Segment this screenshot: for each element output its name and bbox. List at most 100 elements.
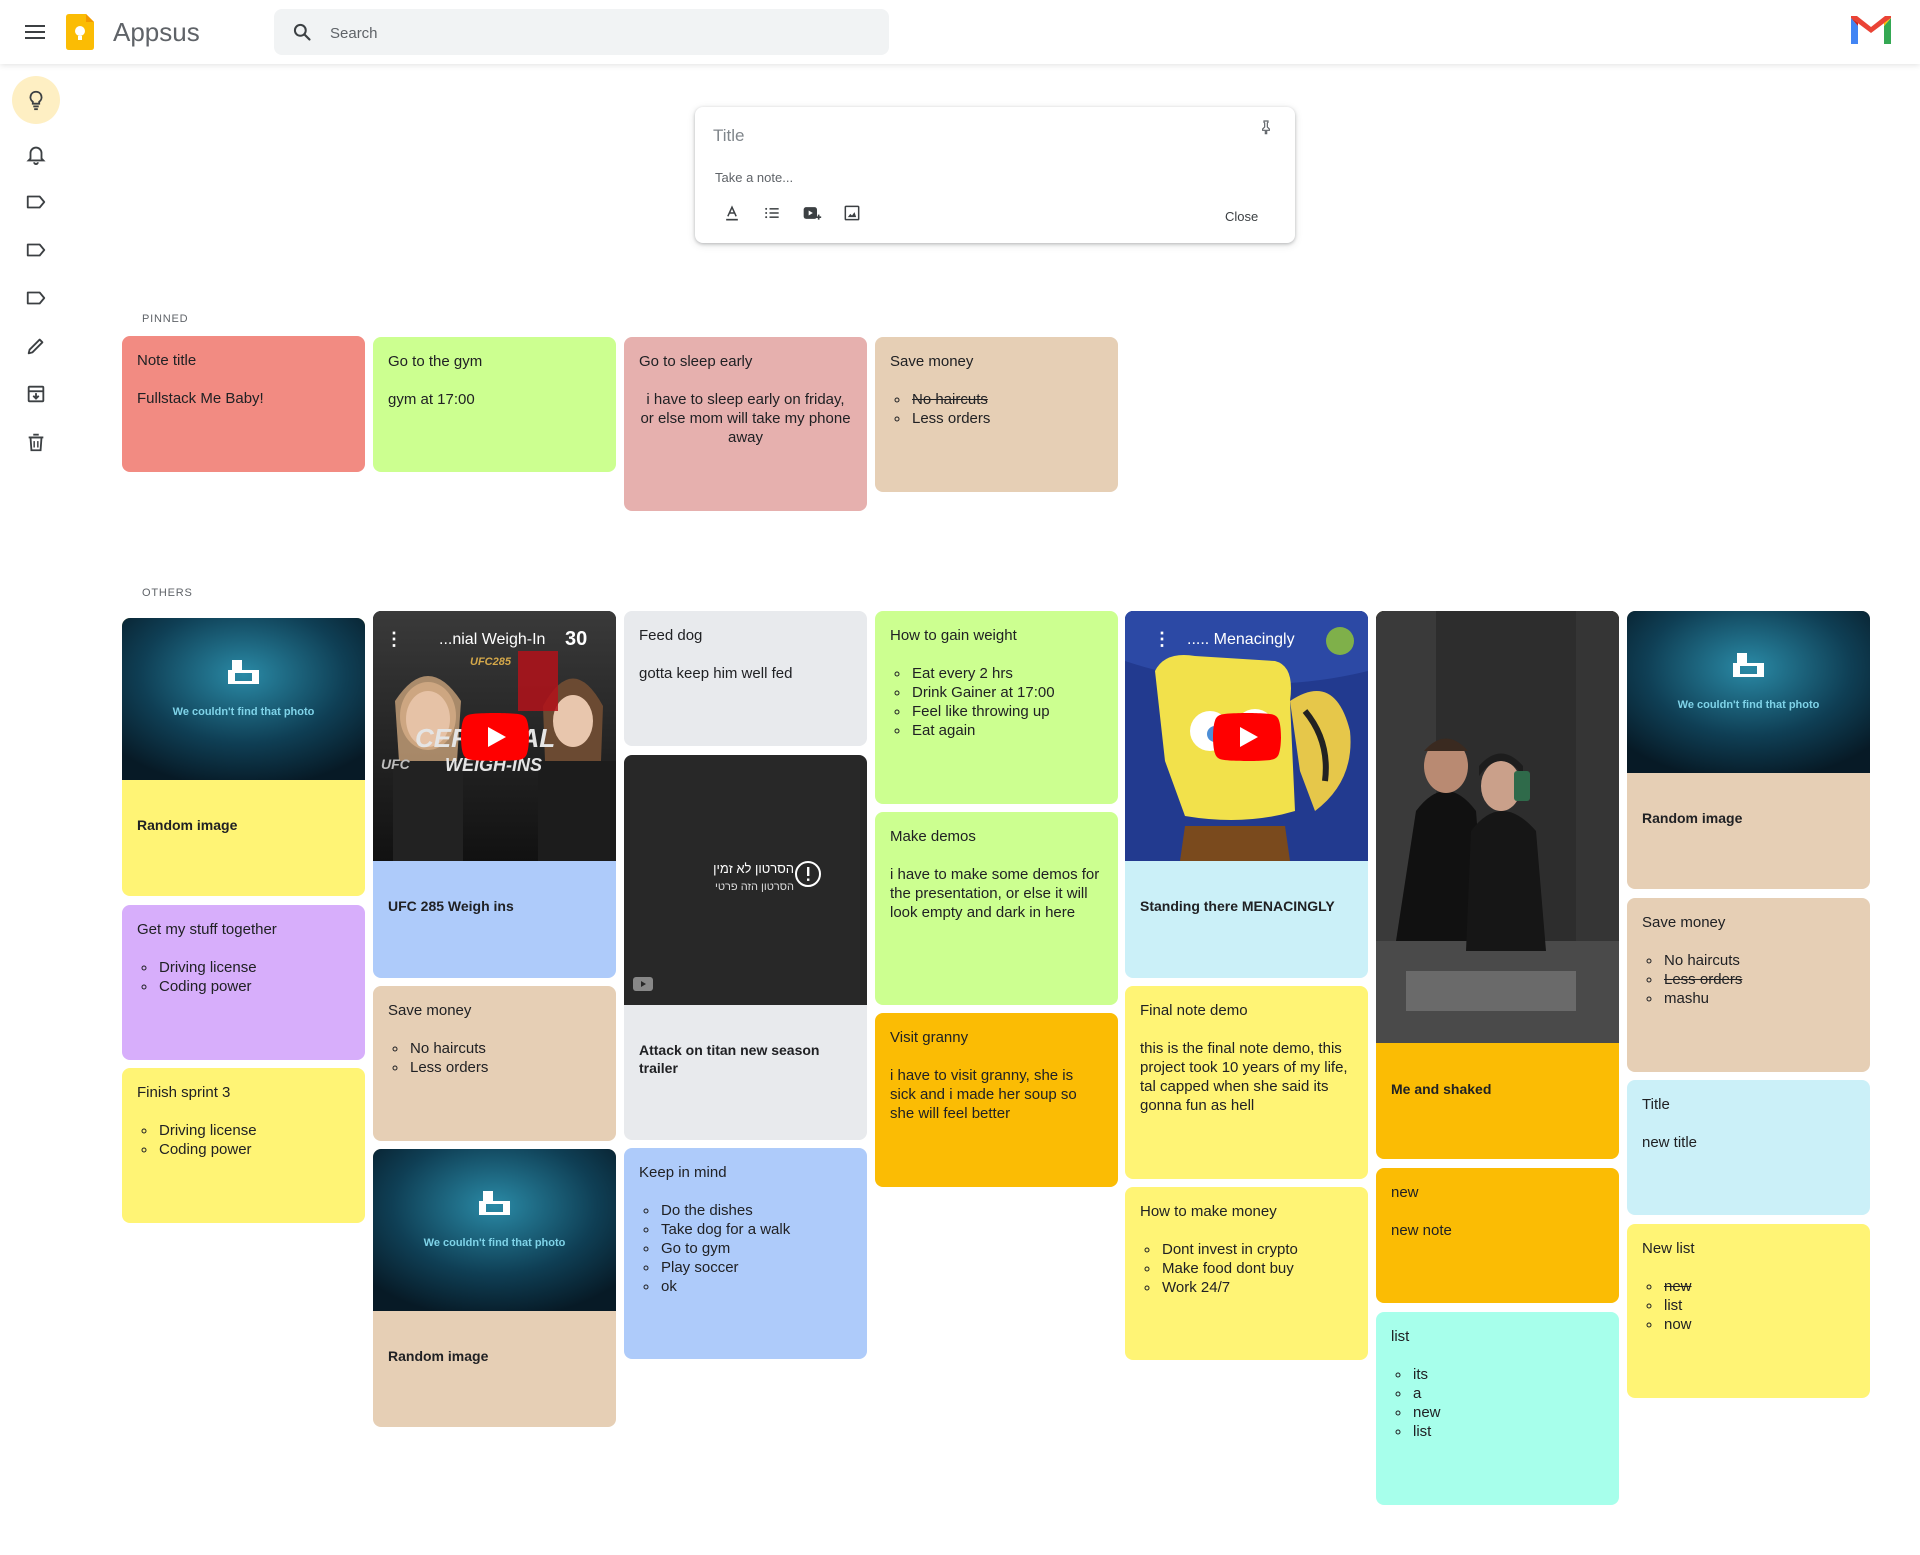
- todo-item[interactable]: Eat again: [910, 721, 1055, 740]
- label-icon: [26, 195, 46, 209]
- todo-item[interactable]: Driving license: [157, 1121, 257, 1140]
- todo-item[interactable]: Driving license: [157, 958, 257, 977]
- note-card[interactable]: We couldn't find that photo Random image: [122, 618, 365, 896]
- video-icon[interactable]: [801, 203, 823, 223]
- note-card[interactable]: Go to sleep early i have to sleep early …: [624, 337, 867, 511]
- todo-item[interactable]: Less orders: [910, 409, 990, 428]
- note-card[interactable]: Note title Fullstack Me Baby!: [122, 336, 365, 472]
- close-button[interactable]: Close: [1217, 205, 1266, 228]
- note-card[interactable]: Visit granny i have to visit granny, she…: [875, 1013, 1118, 1187]
- sidebar-item-reminders[interactable]: [12, 130, 60, 178]
- todo-item[interactable]: a: [1411, 1384, 1441, 1403]
- todo-item[interactable]: Work 24/7: [1160, 1278, 1298, 1297]
- note-card[interactable]: הסרטון לא זמין הסרטון הזה פרטי Attack on…: [624, 755, 867, 1140]
- alert-circle-icon: [795, 861, 821, 887]
- todo-item[interactable]: Play soccer: [659, 1258, 790, 1277]
- note-card[interactable]: Final note demo this is the final note d…: [1125, 986, 1368, 1179]
- note-card[interactable]: How to make money Dont invest in crypto …: [1125, 1187, 1368, 1360]
- todo-item[interactable]: Drink Gainer at 17:00: [910, 683, 1055, 702]
- todo-item[interactable]: Less orders: [408, 1058, 488, 1077]
- todo-list: No haircuts Less orders: [890, 390, 990, 428]
- todo-item[interactable]: Less orders: [1662, 970, 1742, 989]
- todo-item[interactable]: Dont invest in crypto: [1160, 1240, 1298, 1259]
- note-card[interactable]: We couldn't find that photo Random image: [1627, 611, 1870, 889]
- search-input[interactable]: [328, 9, 872, 57]
- note-title: Final note demo: [1140, 1002, 1248, 1019]
- video-title: ..... Menacingly: [1187, 631, 1295, 648]
- more-vert-icon[interactable]: ⋮: [385, 629, 403, 650]
- menu-icon[interactable]: [25, 24, 45, 40]
- todo-item[interactable]: ok: [659, 1277, 790, 1296]
- sidebar-item-archive[interactable]: [12, 370, 60, 418]
- note-card[interactable]: Me and shaked: [1376, 611, 1619, 1159]
- list-icon[interactable]: [762, 203, 782, 223]
- youtube-embed[interactable]: ⋮ ..... Menacingly: [1125, 611, 1368, 861]
- todo-item[interactable]: list: [1411, 1422, 1441, 1441]
- youtube-play-icon[interactable]: [461, 713, 529, 761]
- todo-item[interactable]: Feel like throwing up: [910, 702, 1055, 721]
- youtube-embed[interactable]: ⋮ ...nial Weigh-In 30 UFC285 CER IAL WEI…: [373, 611, 616, 861]
- sidebar-item-label-2[interactable]: [12, 226, 60, 274]
- sidebar-item-label-1[interactable]: [12, 178, 60, 226]
- note-card[interactable]: New list new list now: [1627, 1224, 1870, 1398]
- note-card[interactable]: We couldn't find that photo Random image: [373, 1149, 616, 1427]
- note-text: Fullstack Me Baby!: [137, 390, 264, 407]
- more-vert-icon[interactable]: ⋮: [1153, 629, 1171, 650]
- placeholder-text: We couldn't find that photo: [1677, 699, 1820, 711]
- note-card[interactable]: Save money No haircuts Less orders: [875, 337, 1118, 492]
- search-bar[interactable]: [274, 9, 889, 57]
- note-card[interactable]: Feed dog gotta keep him well fed: [624, 611, 867, 746]
- todo-item[interactable]: No haircuts: [910, 390, 990, 409]
- youtube-play-icon[interactable]: [1213, 713, 1281, 761]
- note-title: Note title: [137, 352, 197, 369]
- sidebar-item-label-3[interactable]: [12, 274, 60, 322]
- note-body-input[interactable]: [713, 163, 1237, 191]
- text-format-icon[interactable]: [722, 203, 742, 223]
- search-icon[interactable]: [292, 22, 312, 42]
- video-overlay-ufc: UFC: [381, 756, 410, 772]
- note-card[interactable]: Go to the gym gym at 17:00: [373, 337, 616, 472]
- note-card[interactable]: Save money No haircuts Less orders mashu: [1627, 898, 1870, 1072]
- note-card[interactable]: ⋮ ...nial Weigh-In 30 UFC285 CER IAL WEI…: [373, 611, 616, 978]
- todo-item[interactable]: Coding power: [157, 1140, 257, 1159]
- note-text: i have to make some demos for the presen…: [890, 866, 1100, 921]
- todo-item[interactable]: Coding power: [157, 977, 257, 996]
- gmail-icon[interactable]: [1850, 14, 1892, 46]
- todo-item[interactable]: No haircuts: [408, 1039, 488, 1058]
- note-card[interactable]: Title new title: [1627, 1080, 1870, 1215]
- todo-item[interactable]: mashu: [1662, 989, 1742, 1008]
- youtube-logo-icon[interactable]: [633, 977, 653, 991]
- note-title-input[interactable]: [711, 117, 1235, 155]
- todo-item[interactable]: No haircuts: [1662, 951, 1742, 970]
- pin-icon[interactable]: [1258, 119, 1274, 135]
- note-card[interactable]: new new note: [1376, 1168, 1619, 1303]
- note-title: Keep in mind: [639, 1164, 727, 1181]
- note-card[interactable]: Get my stuff together Driving license Co…: [122, 905, 365, 1060]
- note-card[interactable]: Finish sprint 3 Driving license Coding p…: [122, 1068, 365, 1223]
- note-caption: Me and shaked: [1391, 1081, 1492, 1097]
- image-icon[interactable]: [842, 203, 862, 223]
- sidebar-item-notes[interactable]: [12, 76, 60, 124]
- sidebar-item-trash[interactable]: [12, 418, 60, 466]
- todo-item[interactable]: Eat every 2 hrs: [910, 664, 1055, 683]
- todo-item[interactable]: Go to gym: [659, 1239, 790, 1258]
- todo-item[interactable]: now: [1662, 1315, 1692, 1334]
- note-card[interactable]: Make demos i have to make some demos for…: [875, 812, 1118, 1005]
- note-card[interactable]: Keep in mind Do the dishes Take dog for …: [624, 1148, 867, 1359]
- note-card[interactable]: Save money No haircuts Less orders: [373, 986, 616, 1141]
- sidebar-item-edit-labels[interactable]: [12, 322, 60, 370]
- youtube-embed-unavailable[interactable]: הסרטון לא זמין הסרטון הזה פרטי: [624, 755, 867, 1005]
- note-card[interactable]: list its a new list: [1376, 1312, 1619, 1505]
- todo-item[interactable]: list: [1662, 1296, 1692, 1315]
- todo-item[interactable]: Make food dont buy: [1160, 1259, 1298, 1278]
- todo-item[interactable]: Do the dishes: [659, 1201, 790, 1220]
- archive-icon: [27, 385, 45, 403]
- todo-item[interactable]: its: [1411, 1365, 1441, 1384]
- todo-item[interactable]: Take dog for a walk: [659, 1220, 790, 1239]
- video-overlay-top: UFC285: [470, 656, 511, 668]
- note-card[interactable]: ⋮ ..... Menacingly Standing there MENACI…: [1125, 611, 1368, 978]
- todo-item[interactable]: new: [1411, 1403, 1441, 1422]
- todo-item[interactable]: new: [1662, 1277, 1692, 1296]
- note-caption: UFC 285 Weigh ins: [388, 898, 514, 914]
- note-card[interactable]: How to gain weight Eat every 2 hrs Drink…: [875, 611, 1118, 804]
